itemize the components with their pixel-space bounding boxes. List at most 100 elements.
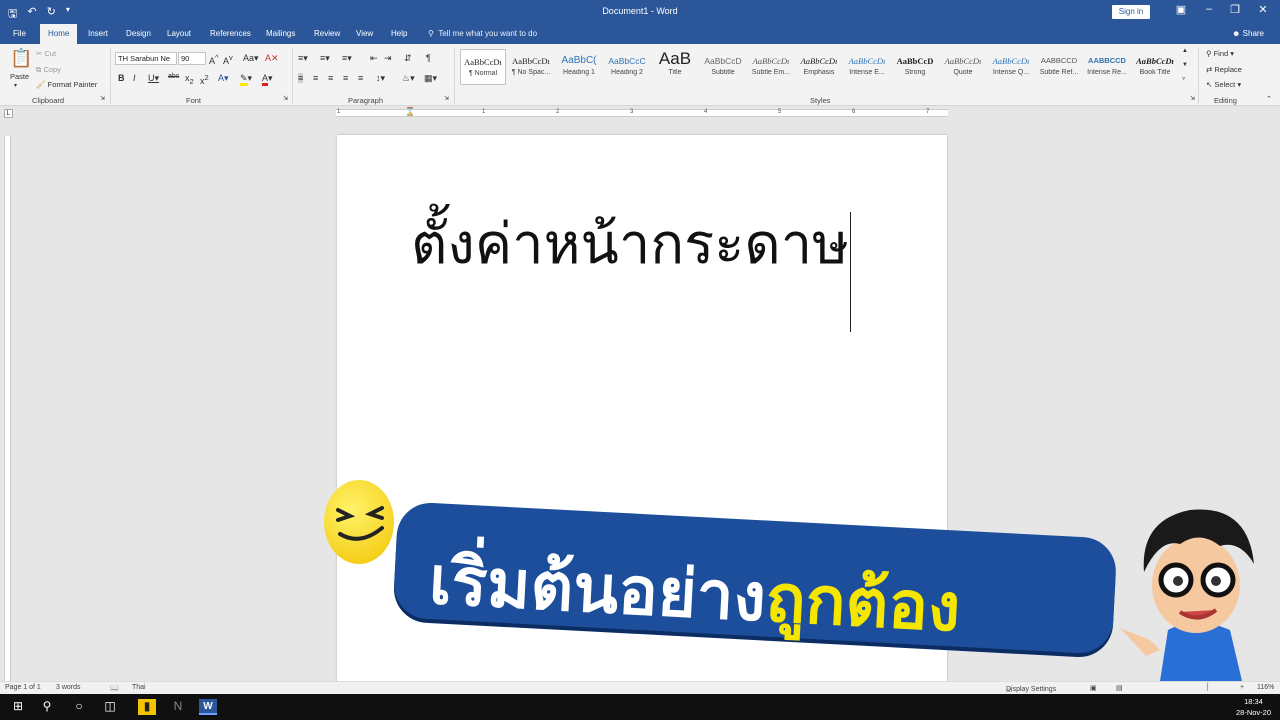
style-intense-emphasis[interactable]: AaBbCcDı Intense E... [844,49,890,85]
document-text[interactable]: ตั้งค่าหน้ากระดาษ [411,211,849,278]
style-no-spacing[interactable]: AaBbCcDı ¶ No Spac... [508,49,554,85]
subscript-icon[interactable]: x2 [185,73,194,86]
paste-icon[interactable]: 📋 [10,48,32,69]
style-quote[interactable]: AaBbCcDı Quote [940,49,986,85]
focus-icon[interactable]: ▣ [1090,684,1097,692]
bullets-icon[interactable]: ≡▾ [298,53,308,64]
tab-selector-icon[interactable]: L [4,109,13,118]
tab-home[interactable]: Home [40,24,78,44]
sign-in-button[interactable]: Sign in [1112,5,1150,19]
cut-button[interactable]: ✂ Cut [36,49,56,58]
customize-qa-icon[interactable]: ▾ [66,5,70,24]
search-icon[interactable]: ⚲ [38,699,56,715]
shading-icon[interactable]: ♨▾ [402,73,415,84]
align-right-icon[interactable]: ≡ [328,73,333,83]
borders-icon[interactable]: ▦▾ [424,73,437,84]
align-center-icon[interactable]: ≡ [313,73,318,83]
style-intense-reference[interactable]: AABBCCD Intense Re... [1084,49,1130,85]
horizontal-ruler[interactable]: 1 1 2 3 4 5 6 7 ⌛ [336,107,948,117]
vertical-ruler[interactable] [4,136,11,681]
style-heading-1[interactable]: AaBbC(Heading 1 [556,49,602,85]
bold-icon[interactable]: B [118,73,125,83]
show-formatting-icon[interactable]: ¶ [426,53,431,63]
tab-insert[interactable]: Insert [88,29,108,38]
minimize-button[interactable]: – [1196,3,1222,15]
find-button[interactable]: ⚲ Find ▾ [1206,49,1234,58]
save-icon[interactable]: 🖫 [8,5,17,24]
grow-font-icon[interactable]: A^ [209,53,219,66]
styles-launcher-icon[interactable]: ⇲ [1190,95,1195,102]
style-heading-2[interactable]: AaBbCcC Heading 2 [604,49,650,85]
styles-more-icon[interactable]: ▿ [1182,75,1185,82]
copy-button[interactable]: ⧉ Copy [36,65,61,75]
underline-icon[interactable]: U▾ [148,73,159,84]
style-subtitle[interactable]: AaBbCcD Subtitle [700,49,746,85]
style-book-title[interactable]: AaBbCcDı Book Title [1132,49,1178,85]
tab-file[interactable]: File [13,29,26,38]
tab-review[interactable]: Review [314,29,340,38]
tab-references[interactable]: References [210,29,251,38]
word-count[interactable]: 3 words [56,684,81,691]
tab-view[interactable]: View [356,29,373,38]
font-name-select[interactable]: TH Sarabun Ne [115,52,177,65]
tab-mailings[interactable]: Mailings [266,29,295,38]
undo-icon[interactable]: ↶ [27,5,36,24]
zoom-slider[interactable]: │ [1206,684,1210,691]
zoom-in-icon[interactable]: + [1240,684,1244,691]
clear-formatting-icon[interactable]: A✕ [265,53,279,64]
increase-indent-icon[interactable]: ⇥ [384,53,392,64]
format-painter-button[interactable]: 🖌 Format Painter [36,80,97,89]
paragraph-launcher-icon[interactable]: ⇲ [444,95,449,102]
strikethrough-icon[interactable]: abc [168,73,179,80]
font-size-select[interactable]: 90 [178,52,206,65]
line-spacing-icon[interactable]: ↕▾ [376,73,385,84]
sort-icon[interactable]: ⇵ [404,53,412,64]
justify-icon[interactable]: ≡ [343,73,348,83]
system-clock[interactable]: 18:34 28-Nov-20 [1236,696,1271,718]
task-view-icon[interactable]: ◫ [101,699,119,715]
windows-start-icon[interactable]: ⊞ [9,699,27,715]
proofing-icon[interactable]: 📖 [110,684,119,692]
word-app-icon[interactable]: W [199,699,217,715]
clipboard-launcher-icon[interactable]: ⇲ [100,95,105,102]
style-emphasis[interactable]: AaBbCcDı Emphasis [796,49,842,85]
decrease-indent-icon[interactable]: ⇤ [370,53,378,64]
ribbon-display-icon[interactable]: ▣ [1168,3,1194,16]
styles-scroll-down-icon[interactable]: ▼ [1182,62,1188,68]
tab-help[interactable]: Help [391,29,407,38]
tab-layout[interactable]: Layout [167,29,191,38]
paste-dropdown-icon[interactable]: ▾ [14,82,17,89]
paste-button[interactable]: Paste [10,72,29,81]
change-case-icon[interactable]: Aa▾ [243,53,259,64]
align-left-icon[interactable]: ≡ [298,73,304,83]
highlight-icon[interactable]: ✎▾ [240,73,252,86]
sticky-notes-icon[interactable]: ▮ [138,699,156,715]
app-n-icon[interactable]: N [169,699,187,715]
style-normal[interactable]: AaBbCcDı ¶ Normal [460,49,506,85]
cortana-icon[interactable]: ○ [70,699,88,715]
style-strong[interactable]: AaBbCcD Strong [892,49,938,85]
italic-icon[interactable]: I [133,73,136,83]
tab-design[interactable]: Design [126,29,151,38]
superscript-icon[interactable]: x2 [200,73,209,86]
language-indicator[interactable]: Thai [132,684,146,691]
style-title[interactable]: AaB Title [652,49,698,85]
indent-marker-icon[interactable]: ⌛ [405,107,415,116]
shrink-font-icon[interactable]: Av [223,53,233,66]
style-intense-quote[interactable]: AaBbCcDı Intense Q... [988,49,1034,85]
share-button[interactable]: ☻ Share [1232,29,1264,38]
multilevel-list-icon[interactable]: ≡▾ [342,53,352,64]
read-mode-icon[interactable]: ▤ [1116,684,1123,692]
zoom-level[interactable]: 116% [1257,684,1274,691]
font-color-icon[interactable]: A▾ [262,73,273,86]
redo-icon[interactable]: ↻ [47,5,56,24]
text-effects-icon[interactable]: A▾ [218,73,229,84]
style-subtle-emphasis[interactable]: AaBbCcDı Subtle Em... [748,49,794,85]
tell-me-search[interactable]: ⚲ Tell me what you want to do [428,29,537,38]
style-subtle-reference[interactable]: AABBCCD Subtle Ref... [1036,49,1082,85]
numbering-icon[interactable]: ≡▾ [320,53,330,64]
font-launcher-icon[interactable]: ⇲ [283,95,288,102]
close-button[interactable]: ✕ [1250,3,1276,16]
thai-distributed-icon[interactable]: ≡ [358,73,363,83]
select-button[interactable]: ↖ Select ▾ [1206,80,1241,89]
